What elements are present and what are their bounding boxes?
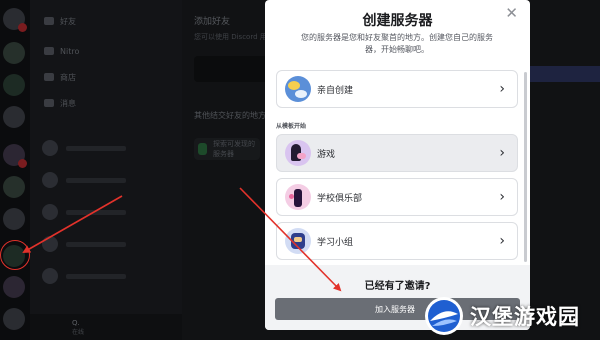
annotation-arrows bbox=[22, 187, 342, 292]
watermark-logo-icon bbox=[425, 297, 463, 335]
arrow-to-add-server bbox=[22, 195, 123, 253]
watermark: 汉堡游戏园 bbox=[418, 292, 600, 340]
arrow-to-join-button bbox=[239, 187, 342, 292]
watermark-text: 汉堡游戏园 bbox=[470, 305, 580, 329]
